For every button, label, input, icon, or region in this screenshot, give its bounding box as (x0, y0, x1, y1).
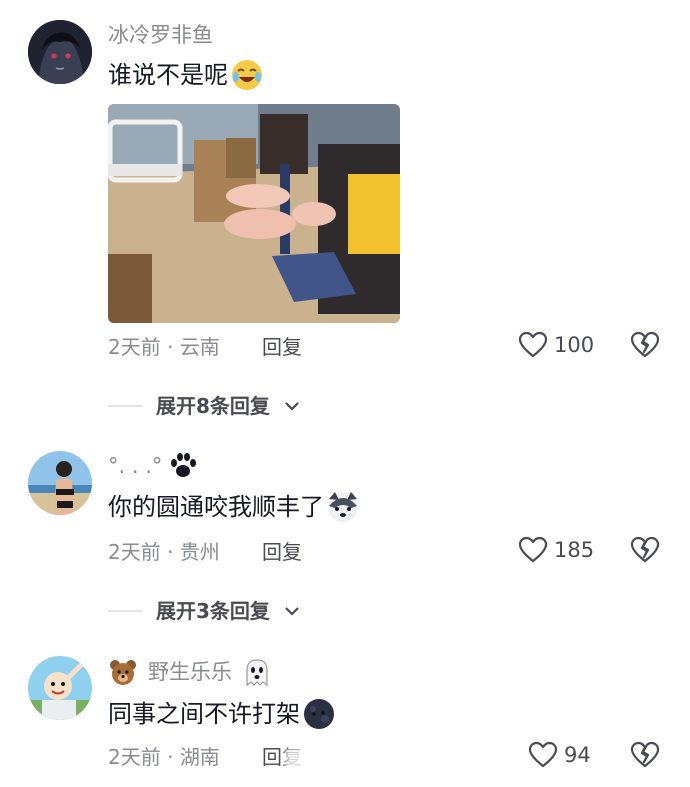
username[interactable]: °. . .° (108, 452, 198, 480)
comment-text-content: 谁说不是呢 (108, 61, 228, 89)
comment-time: 2天前 (108, 745, 161, 769)
husky-dog-emoji-icon (326, 490, 360, 524)
paw-icon (171, 453, 197, 477)
avatar[interactable] (28, 20, 92, 84)
comment-text-content: 你的圆通咬我顺丰了 (108, 493, 324, 521)
watermark-fog (285, 748, 405, 782)
like-count: 100 (554, 333, 595, 357)
expand-replies-button[interactable]: 展开3条回复 (108, 597, 300, 625)
chevron-down-icon (285, 402, 299, 411)
broken-heart-icon[interactable] (630, 741, 660, 771)
comment-text: 你的圆通咬我顺丰了 (108, 490, 360, 524)
bear-icon (110, 660, 136, 685)
username-text: °. . .° (108, 454, 163, 478)
username-text: 野生乐乐 (148, 660, 232, 684)
comment-text: 谁说不是呢 (108, 58, 264, 92)
like-count: 94 (564, 743, 591, 767)
dark-moon-emoji-icon (302, 697, 336, 731)
broken-heart-icon[interactable] (630, 536, 660, 566)
heart-icon (528, 741, 558, 768)
avatar[interactable] (28, 451, 92, 515)
comment-text: 同事之间不许打架 (108, 697, 336, 731)
comment-text-content: 同事之间不许打架 (108, 700, 300, 728)
expand-replies-label: 展开3条回复 (156, 599, 270, 623)
divider (108, 405, 142, 407)
comment-time: 2天前 (108, 540, 161, 564)
expand-replies-label: 展开8条回复 (156, 394, 270, 418)
comment-location: 贵州 (179, 540, 220, 564)
comment-meta: 2天前 · 湖南 (108, 743, 220, 771)
reply-button[interactable]: 回复 (262, 333, 302, 361)
meta-separator: · (160, 540, 180, 564)
comment-meta: 2天前 · 云南 (108, 333, 220, 361)
like-count: 185 (554, 538, 595, 562)
like-button[interactable]: 94 (528, 741, 591, 769)
heart-icon (518, 331, 548, 358)
comment-time: 2天前 (108, 335, 161, 359)
divider (108, 610, 142, 612)
broken-heart-icon[interactable] (630, 331, 660, 361)
reply-button[interactable]: 回复 (262, 538, 302, 566)
avatar[interactable] (28, 656, 92, 720)
username[interactable]: 冰冷罗非鱼 (108, 21, 213, 49)
like-button[interactable]: 185 (518, 536, 594, 564)
comment-photo[interactable] (108, 104, 400, 323)
ghost-icon (246, 659, 268, 687)
laughing-crying-emoji-icon (230, 58, 264, 92)
expand-replies-button[interactable]: 展开8条回复 (108, 392, 300, 420)
meta-separator: · (160, 745, 180, 769)
comment-location: 云南 (179, 335, 220, 359)
username[interactable]: 野生乐乐 (108, 657, 272, 687)
like-button[interactable]: 100 (518, 331, 594, 359)
heart-icon (518, 536, 548, 563)
meta-separator: · (160, 335, 180, 359)
comment-meta: 2天前 · 贵州 (108, 538, 220, 566)
chevron-down-icon (285, 607, 299, 616)
comment-location: 湖南 (179, 745, 220, 769)
